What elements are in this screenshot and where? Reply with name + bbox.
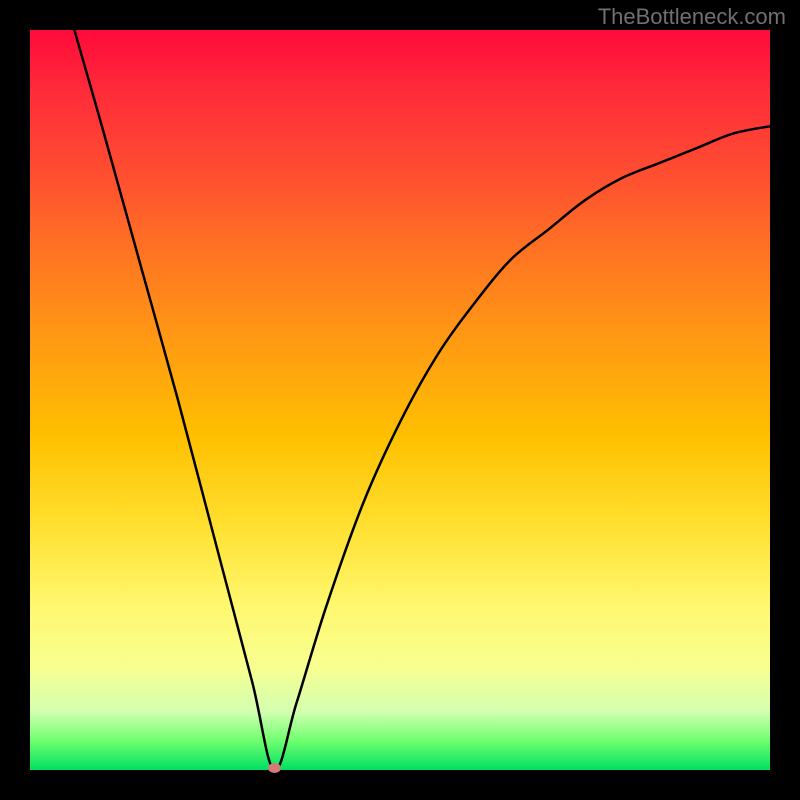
watermark-text: TheBottleneck.com	[598, 4, 786, 30]
minimum-marker	[268, 763, 281, 773]
chart-container: TheBottleneck.com	[0, 0, 800, 800]
bottleneck-curve	[30, 30, 770, 770]
